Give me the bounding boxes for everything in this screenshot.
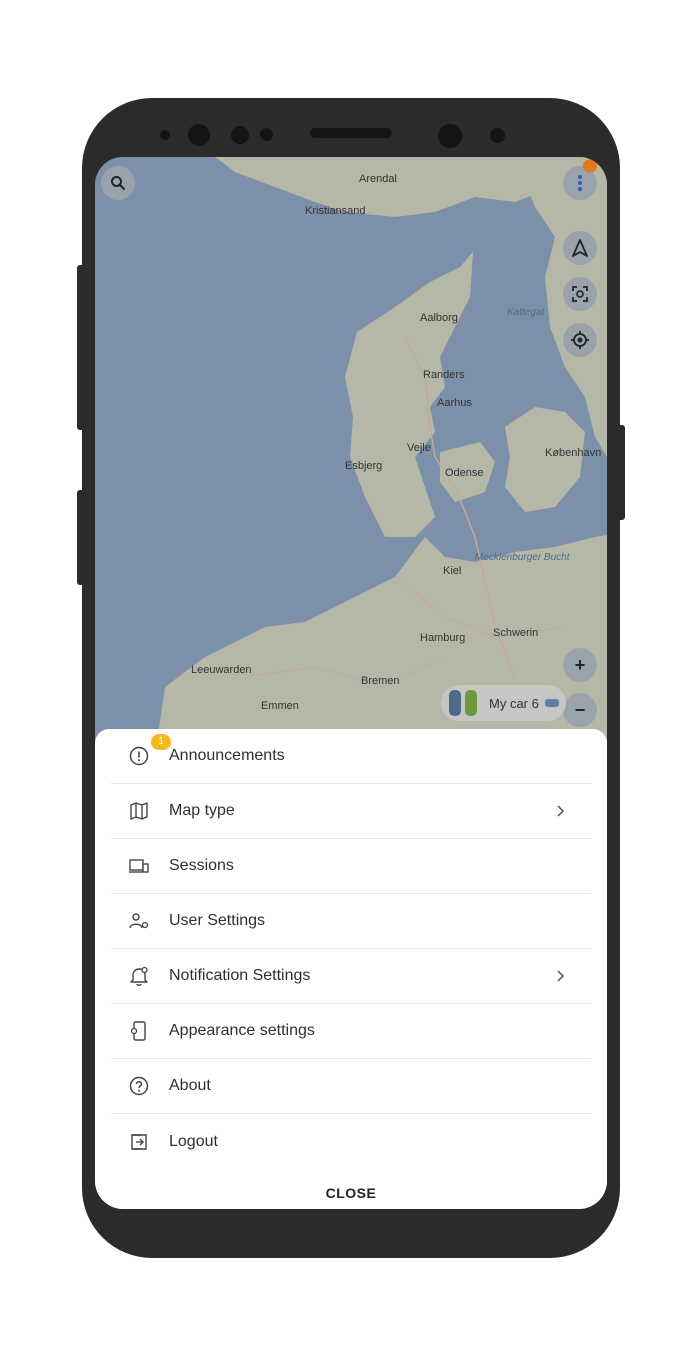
menu-item-sessions[interactable]: Sessions: [111, 839, 591, 894]
map-label-odense: Odense: [445, 467, 484, 479]
menu-item-about[interactable]: About: [111, 1059, 591, 1114]
front-camera: [438, 124, 462, 148]
sensor-dot: [160, 130, 170, 140]
zoom-in-button[interactable]: +: [563, 648, 597, 682]
info-circle-icon: [128, 745, 150, 767]
menu-item-label: About: [169, 1077, 211, 1094]
search-icon: [111, 176, 125, 190]
sensor-dot: [490, 128, 505, 143]
map-icon: [128, 800, 150, 822]
my-location-button[interactable]: [563, 323, 597, 357]
appearance-icon: [128, 1020, 150, 1042]
map-label-emmen: Emmen: [261, 700, 299, 712]
menu-item-announcements[interactable]: 1 Announcements: [111, 729, 591, 784]
menu-item-label: Notification Settings: [169, 967, 311, 984]
map-label-mecklenburger: Mecklenburger Bucht: [475, 552, 570, 563]
logout-icon: [128, 1131, 150, 1153]
map-label-leeuwarden: Leeuwarden: [191, 664, 252, 676]
menu-item-label: Appearance settings: [169, 1022, 315, 1039]
front-camera: [188, 124, 210, 146]
map-label-hamburg: Hamburg: [420, 632, 466, 644]
map-label-arendal: Arendal: [359, 173, 397, 185]
vehicle-chip[interactable]: My car 6: [441, 685, 566, 721]
fit-view-button[interactable]: [563, 277, 597, 311]
car-icon: [449, 690, 461, 716]
menu-item-label: Map type: [169, 802, 235, 819]
vehicle-name: My car 6: [489, 695, 539, 711]
navigation-arrow-icon: [572, 239, 588, 257]
sensor-dot: [231, 126, 249, 144]
navigation-button[interactable]: [563, 231, 597, 265]
map-label-kobenhavn: København: [545, 447, 602, 459]
search-button[interactable]: [101, 166, 135, 200]
map-label-randers: Randers: [423, 369, 465, 381]
menu-item-user-settings[interactable]: User Settings: [111, 894, 591, 949]
chevron-right-icon: [553, 804, 567, 818]
map-label-kristiansand: Kristiansand: [305, 205, 366, 217]
bell-settings-icon: [128, 965, 150, 987]
map-label-esbjerg: Esbjerg: [345, 460, 383, 472]
menu-item-label: Sessions: [169, 857, 234, 874]
car-icon: [465, 690, 477, 716]
map-label-aalborg: Aalborg: [420, 312, 458, 324]
map-label-bremen: Bremen: [361, 675, 400, 687]
close-button[interactable]: CLOSE: [95, 1185, 607, 1201]
sensor-dot: [260, 128, 273, 141]
car-status-icon: [544, 699, 559, 707]
phone-screen: Arendal Kristiansand Aalborg Kattegat Ra…: [95, 157, 607, 1209]
devices-icon: [128, 855, 150, 877]
more-vertical-icon: [578, 175, 582, 191]
map-label-kattegat: Kattegat: [507, 307, 545, 318]
announcement-count-badge: 1: [151, 734, 171, 750]
map-label-schwerin: Schwerin: [493, 627, 539, 639]
map-canvas: [95, 157, 607, 757]
map-label-kiel: Kiel: [443, 565, 462, 577]
menu-item-label: Logout: [169, 1132, 218, 1150]
menu-item-map-type[interactable]: Map type: [111, 784, 591, 839]
map-view[interactable]: Arendal Kristiansand Aalborg Kattegat Ra…: [95, 157, 607, 757]
chevron-right-icon: [553, 969, 567, 983]
menu-item-notification-settings[interactable]: Notification Settings: [111, 949, 591, 1004]
map-label-aarhus: Aarhus: [437, 397, 472, 409]
menu-item-label: User Settings: [169, 912, 266, 929]
focus-frame-icon: [572, 286, 588, 302]
help-circle-icon: [128, 1075, 150, 1097]
earpiece-speaker: [310, 128, 392, 138]
menu-item-label: Announcements: [169, 747, 285, 764]
notification-dot: [583, 159, 597, 173]
user-settings-icon: [128, 910, 150, 932]
zoom-out-button[interactable]: −: [563, 693, 597, 727]
menu-sheet: 1 Announcements Map type Sessions User S…: [95, 729, 607, 1209]
menu-item-appearance-settings[interactable]: Appearance settings: [111, 1004, 591, 1059]
menu-item-logout[interactable]: Logout: [111, 1114, 591, 1169]
map-label-vejle: Vejle: [407, 442, 431, 454]
crosshair-location-icon: [571, 331, 589, 349]
